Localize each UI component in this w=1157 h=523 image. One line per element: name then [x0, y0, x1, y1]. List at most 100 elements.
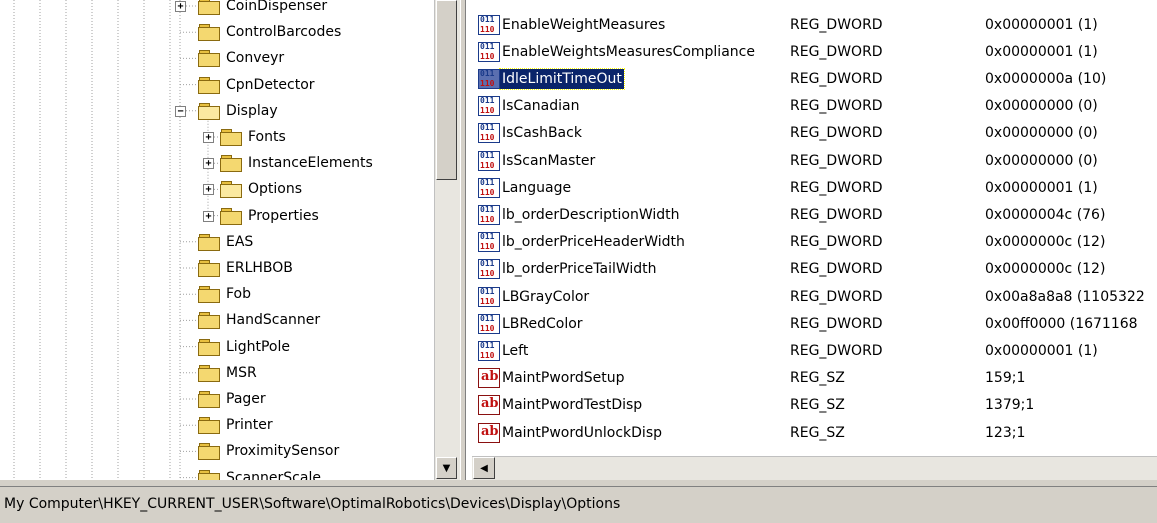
registry-value-row[interactable]: lb_orderPriceTailWidth REG_DWORD 0x0000000…: [466, 256, 1157, 283]
tree-item-fonts[interactable]: Fonts: [220, 124, 288, 150]
value-name: IsCashBack: [502, 125, 582, 142]
value-data: 0x00a8a8a8 (1105322: [985, 288, 1145, 305]
value-type: REG_DWORD: [790, 261, 883, 278]
value-type: REG_DWORD: [790, 234, 883, 251]
tree-item-label: ControlBarcodes: [226, 24, 342, 41]
value-type: REG_DWORD: [790, 342, 883, 359]
folder-open-icon: [198, 102, 220, 120]
expand-icon[interactable]: +: [203, 210, 214, 222]
registry-value-row[interactable]: LBGrayColor REG_DWORD 0x00a8a8a8 (1105322: [466, 283, 1157, 310]
values-scroll-left-button[interactable]: ◀: [473, 457, 495, 479]
value-type: REG_DWORD: [790, 315, 883, 332]
tree-item-erlhbob[interactable]: ERLHBOB: [198, 255, 295, 281]
value-name: IdleLimitTimeOut: [499, 67, 625, 90]
tree-item-cpndetector[interactable]: CpnDetector: [198, 72, 317, 98]
binary-value-icon: [478, 123, 500, 144]
expand-icon[interactable]: +: [175, 1, 186, 12]
scroll-down-arrow-icon: ▼: [442, 462, 451, 474]
registry-value-row[interactable]: lb_orderPriceHeaderWidth REG_DWORD 0x00000…: [466, 229, 1157, 256]
string-value-icon: [478, 422, 500, 443]
folder-icon: [198, 312, 220, 330]
values-horizontal-scrollbar-track[interactable]: [472, 456, 1157, 480]
tree-item-coindispenser[interactable]: CoinDispenser: [198, 0, 329, 19]
tree-item-display[interactable]: Display: [198, 98, 280, 124]
tree-item-label: EAS: [226, 233, 254, 250]
folder-icon: [220, 207, 242, 225]
tree-item-label: Pager: [226, 391, 266, 407]
expand-icon[interactable]: +: [203, 132, 214, 143]
tree-item-fob[interactable]: Fob: [198, 281, 253, 307]
folder-icon: [198, 0, 220, 15]
folder-icon: [220, 129, 242, 146]
tree-scroll-down-button[interactable]: ▼: [436, 457, 457, 479]
tree-item-scannerscale[interactable]: ScannerScale: [198, 465, 323, 480]
value-data: 159;1: [985, 370, 1026, 387]
expand-icon[interactable]: +: [203, 158, 214, 170]
binary-value-icon: [478, 232, 500, 253]
registry-value-row[interactable]: IsCashBack REG_DWORD 0x00000000 (0): [466, 120, 1157, 147]
registry-value-row[interactable]: IdleLimitTimeOut REG_DWORD 0x0000000a (10): [466, 65, 1157, 92]
collapse-icon[interactable]: −: [175, 105, 186, 117]
tree-item-instanceelements[interactable]: InstanceElements: [220, 150, 375, 176]
value-type: REG_DWORD: [790, 152, 883, 169]
tree-item-options[interactable]: Options: [220, 176, 304, 202]
binary-value-icon: [478, 177, 500, 198]
registry-value-row[interactable]: MaintPwordUnlockDisp REG_SZ 123;1: [466, 419, 1157, 446]
folder-icon: [198, 338, 220, 356]
registry-value-row[interactable]: EnableWeightMeasures REG_DWORD 0x00000001 …: [466, 11, 1157, 38]
value-data: 0x0000000c (12): [985, 261, 1106, 278]
folder-icon: [198, 417, 220, 435]
value-data: 0x00000000 (0): [985, 98, 1098, 115]
value-data: 0x0000000c (12): [985, 234, 1106, 251]
tree-item-msr[interactable]: MSR: [198, 360, 259, 386]
tree-item-label: Options: [248, 181, 303, 198]
value-data: 0x00000000 (0): [985, 125, 1098, 142]
value-type: REG_DWORD: [790, 98, 883, 115]
value-type: REG_DWORD: [790, 179, 883, 196]
expand-icon[interactable]: +: [203, 184, 214, 196]
tree-item-printer[interactable]: Printer: [198, 412, 275, 438]
tree-item-proximitysensor[interactable]: ProximitySensor: [198, 438, 341, 464]
tree-item-conveyr[interactable]: Conveyr: [198, 45, 286, 71]
registry-value-row[interactable]: lb_orderDescriptionWidth REG_DWORD 0x00000…: [466, 201, 1157, 228]
value-name: lb_orderPriceHeaderWidth: [502, 234, 685, 251]
tree-item-properties[interactable]: Properties: [220, 203, 321, 229]
tree-item-label: HandScanner: [226, 312, 321, 329]
value-type: REG_DWORD: [790, 16, 883, 33]
tree-item-pager[interactable]: Pager: [198, 386, 268, 412]
tree-item-controlbarcodes[interactable]: ControlBarcodes: [198, 19, 343, 45]
value-data: 0x00000001 (1): [985, 16, 1098, 33]
tree-item-label: Display: [226, 102, 278, 119]
value-name: EnableWeightMeasures: [502, 16, 666, 33]
tree-item-label: MSR: [226, 364, 257, 381]
registry-value-row[interactable]: Language REG_DWORD 0x00000001 (1): [466, 174, 1157, 201]
tree-item-label: Fob: [226, 286, 252, 303]
tree-item-handscanner[interactable]: HandScanner: [198, 307, 322, 333]
value-data: 0x00000001 (1): [985, 179, 1098, 196]
registry-values-list[interactable]: EnableWeightMeasures REG_DWORD 0x00000001 …: [466, 0, 1157, 480]
registry-value-row[interactable]: EnableWeightsMeasuresCompliance REG_DWORD…: [466, 38, 1157, 65]
tree-item-label: ERLHBOB: [226, 260, 293, 276]
registry-value-row[interactable]: Left REG_DWORD 0x00000001 (1): [466, 337, 1157, 364]
registry-value-row[interactable]: MaintPwordSetup REG_SZ 159;1: [466, 365, 1157, 392]
current-key-path: My Computer\HKEY_CURRENT_USER\Software\O…: [4, 496, 621, 512]
registry-value-row[interactable]: IsCanadian REG_DWORD 0x00000000 (0): [466, 93, 1157, 120]
registry-value-row[interactable]: IsScanMaster REG_DWORD 0x00000000 (0): [466, 147, 1157, 174]
registry-value-row[interactable]: MaintPwordTestDisp REG_SZ 1379;1: [466, 392, 1157, 419]
registry-value-row[interactable]: LBRedColor REG_DWORD 0x00ff0000 (1671168: [466, 310, 1157, 337]
folder-icon: [198, 364, 220, 382]
tree-item-label: Properties: [248, 207, 319, 224]
value-type: REG_DWORD: [790, 125, 883, 142]
tree-item-lightpole[interactable]: LightPole: [198, 334, 292, 360]
folder-icon: [198, 391, 220, 408]
value-data: 0x00000000 (0): [985, 152, 1098, 169]
value-name: MaintPwordTestDisp: [502, 397, 643, 414]
value-name: Language: [502, 179, 572, 196]
binary-value-icon: [478, 259, 500, 280]
tree-vertical-scrollbar-thumb[interactable]: [436, 0, 457, 180]
value-name: MaintPwordSetup: [502, 370, 625, 387]
tree-item-eas[interactable]: EAS: [198, 229, 255, 255]
status-bar: My Computer\HKEY_CURRENT_USER\Software\O…: [0, 486, 1157, 523]
value-data: 123;1: [985, 424, 1026, 441]
registry-key-tree[interactable]: CoinDispenser + ControlBarcodes Conveyr CpnD…: [0, 0, 460, 480]
